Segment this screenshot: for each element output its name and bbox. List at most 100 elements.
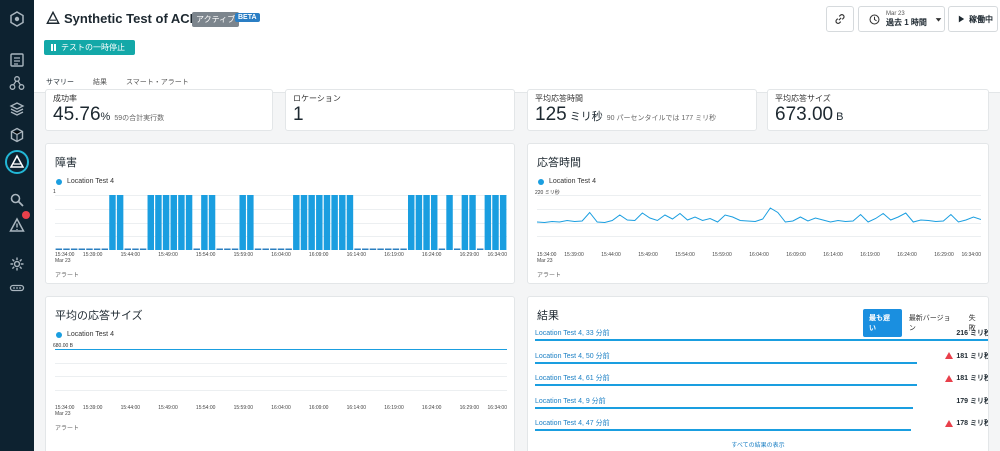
- alert-row-label: アラート: [55, 426, 80, 432]
- result-row[interactable]: Location Test 4, 47 分前 178 ミリ秒: [535, 418, 988, 438]
- failure-bar[interactable]: [408, 195, 415, 250]
- failure-bar[interactable]: [185, 195, 193, 250]
- kpi-value-number: 673.00: [775, 104, 834, 125]
- x-tick-date: Mar 23: [537, 258, 553, 264]
- kpi-unit: B: [833, 111, 844, 123]
- synthetic-monitoring-icon[interactable]: [5, 150, 29, 174]
- failure-bar[interactable]: [323, 195, 331, 250]
- result-row[interactable]: Location Test 4, 9 分前 179 ミリ秒: [535, 396, 989, 416]
- failure-bar[interactable]: [331, 195, 338, 250]
- success-marker: [224, 248, 231, 250]
- app-logo-icon[interactable]: [7, 9, 27, 29]
- failure-bar[interactable]: [316, 195, 323, 250]
- failure-bar[interactable]: [415, 195, 423, 250]
- failure-bar[interactable]: [162, 195, 170, 250]
- failure-bar[interactable]: [208, 195, 216, 250]
- failures-plot[interactable]: [55, 195, 507, 250]
- view-all-results-link[interactable]: すべての結果の表示: [528, 440, 988, 449]
- x-tick-label: 16:09:00: [308, 405, 329, 411]
- pause-test-button[interactable]: テストの一時停止: [44, 40, 135, 55]
- result-row[interactable]: Location Test 4, 61 分前 181 ミリ秒: [535, 373, 988, 393]
- pause-test-label: テストの一時停止: [61, 43, 125, 52]
- failure-bar[interactable]: [430, 195, 438, 250]
- success-marker: [254, 248, 262, 250]
- dashboard-icon[interactable]: [7, 50, 27, 70]
- success-marker: [101, 248, 109, 250]
- result-name-link[interactable]: Location Test 4, 50 分前: [535, 351, 610, 361]
- response-time-line[interactable]: [537, 207, 981, 224]
- result-row[interactable]: Location Test 4, 50 分前 181 ミリ秒: [535, 351, 988, 371]
- result-duration: 216 ミリ秒: [956, 328, 988, 338]
- x-tick-label: 16:14:00: [346, 252, 367, 258]
- legend-label: Location Test 4: [549, 178, 596, 185]
- x-tick-label: 15:44:00: [601, 252, 621, 258]
- failure-bar[interactable]: [147, 195, 154, 250]
- result-duration-text: 179 ミリ秒: [956, 397, 989, 405]
- failure-bar[interactable]: [308, 195, 315, 250]
- legend-label: Location Test 4: [67, 331, 114, 338]
- result-duration: 178 ミリ秒: [945, 418, 988, 428]
- kpi-avg-response-size: 平均応答サイズ 673.00 B: [767, 89, 989, 131]
- result-duration-bar: [535, 361, 918, 364]
- x-tick-label: 16:34:00: [487, 252, 507, 258]
- failure-bar[interactable]: [178, 195, 185, 250]
- failure-bar[interactable]: [446, 195, 453, 250]
- success-marker: [476, 248, 484, 250]
- chart-legend[interactable]: Location Test 4: [56, 178, 114, 185]
- failure-bar[interactable]: [109, 195, 116, 250]
- chart-title: 障害: [55, 157, 77, 169]
- copy-link-button[interactable]: [826, 6, 854, 32]
- result-duration-bar: [535, 339, 988, 341]
- failure-bar[interactable]: [293, 195, 300, 250]
- infrastructure-icon[interactable]: [7, 73, 27, 93]
- x-tick-label: 16:04:00: [749, 252, 769, 258]
- kpi-avg-response-time: 平均応答時間 125 ミリ秒 90 パーセンタイルでは 177 ミリ秒: [527, 89, 757, 131]
- failure-bar[interactable]: [484, 195, 492, 250]
- chart-legend[interactable]: Location Test 4: [538, 178, 596, 185]
- x-tick-label: 15:54:00: [195, 252, 216, 258]
- failure-bar[interactable]: [469, 195, 476, 250]
- applications-icon[interactable]: [7, 99, 27, 119]
- success-marker: [124, 248, 132, 250]
- kpi-sub: 90 パーセンタイルでは 177 ミリ秒: [606, 115, 717, 122]
- failure-bar[interactable]: [499, 195, 507, 250]
- chart-legend[interactable]: Location Test 4: [56, 331, 114, 338]
- failure-bar[interactable]: [300, 195, 308, 250]
- response-time-plot[interactable]: [537, 195, 981, 250]
- response-size-plot[interactable]: [55, 349, 507, 403]
- result-name-link[interactable]: Location Test 4, 61 分前: [535, 373, 610, 383]
- result-name-link[interactable]: Location Test 4, 33 分前: [535, 328, 610, 338]
- run-status-button[interactable]: 稼働中: [948, 6, 998, 32]
- failure-bar[interactable]: [339, 195, 346, 250]
- kpi-value: 1: [293, 104, 304, 126]
- events-alert-icon[interactable]: [7, 211, 30, 235]
- kpi-locations: ロケーション 1: [285, 89, 515, 131]
- more-menu-icon[interactable]: [7, 278, 27, 298]
- success-marker: [277, 248, 285, 250]
- failure-bar[interactable]: [155, 195, 162, 250]
- status-badge: アクティブ: [192, 12, 240, 27]
- success-marker: [78, 248, 86, 250]
- success-marker: [139, 248, 147, 250]
- failure-bar[interactable]: [239, 195, 246, 250]
- result-row[interactable]: Location Test 4, 33 分前 216 ミリ秒: [535, 328, 988, 348]
- result-name-link[interactable]: Location Test 4, 9 分前: [535, 396, 606, 406]
- beta-badge: BETA: [235, 13, 260, 22]
- time-range-picker[interactable]: Mar 23 過去 1 時間: [858, 6, 945, 32]
- x-tick-label: 16:29:00: [459, 252, 480, 258]
- settings-gear-icon[interactable]: [7, 254, 27, 274]
- success-marker: [285, 248, 292, 250]
- failure-bar[interactable]: [461, 195, 469, 250]
- result-name-link[interactable]: Location Test 4, 47 分前: [535, 418, 610, 428]
- failure-bar[interactable]: [423, 195, 430, 250]
- success-marker: [132, 248, 139, 250]
- failure-bar[interactable]: [247, 195, 254, 250]
- failure-bar[interactable]: [116, 195, 124, 250]
- failure-bar[interactable]: [346, 195, 354, 250]
- services-icon[interactable]: [7, 125, 27, 145]
- failure-bar[interactable]: [170, 195, 177, 250]
- failure-bar[interactable]: [201, 195, 208, 250]
- kpi-value-number: 1: [293, 104, 304, 125]
- analyze-search-icon[interactable]: [7, 190, 27, 210]
- failure-bar[interactable]: [492, 195, 499, 250]
